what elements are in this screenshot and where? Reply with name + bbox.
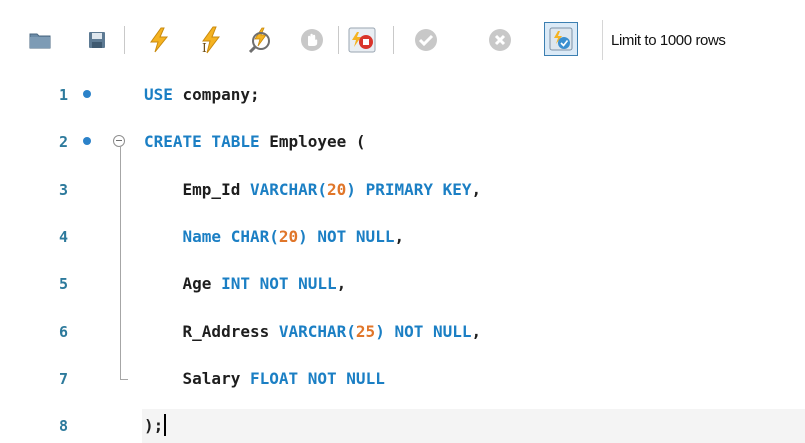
execute-icon[interactable] [146, 22, 172, 58]
sql-text: company; [172, 85, 260, 104]
sql-keyword: ) NOT NULL [298, 226, 395, 246]
code-text: Name CHAR(20) NOT NULL, [144, 220, 405, 254]
line-number: 1 [58, 86, 68, 104]
limit-rows-label: Limit to 1000 rows [611, 31, 726, 49]
sql-text: , [336, 274, 347, 294]
sql-keyword: Name CHAR( [182, 226, 279, 246]
code-text: ); [144, 409, 167, 443]
code-text: R_Address VARCHAR(25) NOT NULL, [144, 315, 482, 349]
execute-current-icon[interactable]: I [197, 22, 225, 58]
code-text: Emp_Id VARCHAR(20) PRIMARY KEY, [144, 173, 482, 207]
sql-text: ); [144, 416, 164, 436]
autocommit-toggle-icon[interactable] [544, 22, 578, 56]
line-number: 2 [58, 133, 68, 152]
statement-marker-icon[interactable] [83, 90, 91, 98]
code-text: CREATE TABLE Employee ( [144, 125, 366, 159]
sql-text: Salary [144, 368, 250, 388]
code-text: USE company; [144, 78, 260, 112]
sql-editor[interactable]: 1 USE company; 2 CREATE TABLE Employee ( 3 E… [0, 78, 805, 443]
stop-on-error-icon[interactable] [348, 22, 376, 58]
sql-keyword: ) NOT NULL [375, 321, 472, 341]
stop-icon[interactable] [298, 22, 326, 58]
sql-text: Emp_Id [144, 179, 250, 199]
toolbar-separator [124, 26, 125, 54]
fold-end-marker [120, 378, 128, 380]
sql-number: 20 [327, 179, 347, 199]
line-number: 6 [58, 322, 68, 341]
sql-number: 20 [278, 226, 299, 246]
fold-collapse-icon[interactable] [113, 135, 125, 148]
line-number: 3 [58, 180, 68, 199]
sql-text: Employee ( [259, 132, 366, 152]
sql-editor-toolbar: I Limit to 1000 rows [0, 0, 805, 78]
code-line[interactable]: 1 USE company; [0, 78, 805, 112]
line-number: 8 [58, 417, 68, 436]
code-line[interactable]: 8); [0, 409, 805, 443]
commit-icon[interactable] [412, 22, 440, 58]
limit-rows-select[interactable]: Limit to 1000 rows [611, 22, 726, 58]
toolbar-separator [393, 26, 394, 54]
line-number: 5 [58, 275, 68, 294]
sql-keyword: USE [144, 85, 173, 104]
sql-keyword: ) PRIMARY KEY [346, 179, 472, 199]
save-icon[interactable] [85, 22, 109, 58]
svg-text:I: I [202, 41, 207, 54]
code-text: Salary FLOAT NOT NULL [144, 362, 385, 396]
sql-text: , [394, 226, 405, 246]
sql-keyword: FLOAT NOT NULL [249, 368, 385, 388]
line-number: 7 [58, 369, 68, 388]
sql-keyword: CREATE TABLE [144, 132, 260, 152]
fold-guide-line [120, 147, 121, 379]
toolbar-separator [338, 26, 339, 54]
sql-text: Age [144, 274, 222, 294]
sql-number: 25 [355, 321, 376, 341]
rollback-icon[interactable] [486, 22, 514, 58]
sql-keyword: INT NOT NULL [221, 274, 337, 294]
explain-icon[interactable] [248, 22, 276, 58]
sql-keyword: VARCHAR( [278, 321, 356, 341]
sql-text: , [471, 321, 482, 341]
code-text: Age INT NOT NULL, [144, 267, 347, 301]
sql-text: , [471, 179, 482, 199]
statement-marker-icon[interactable] [83, 137, 91, 146]
open-folder-icon[interactable] [28, 22, 52, 58]
line-number: 4 [58, 227, 68, 246]
text-caret [164, 414, 167, 437]
toolbar-separator [602, 20, 603, 60]
sql-text: R_Address [144, 321, 279, 341]
sql-keyword: VARCHAR( [249, 179, 328, 199]
